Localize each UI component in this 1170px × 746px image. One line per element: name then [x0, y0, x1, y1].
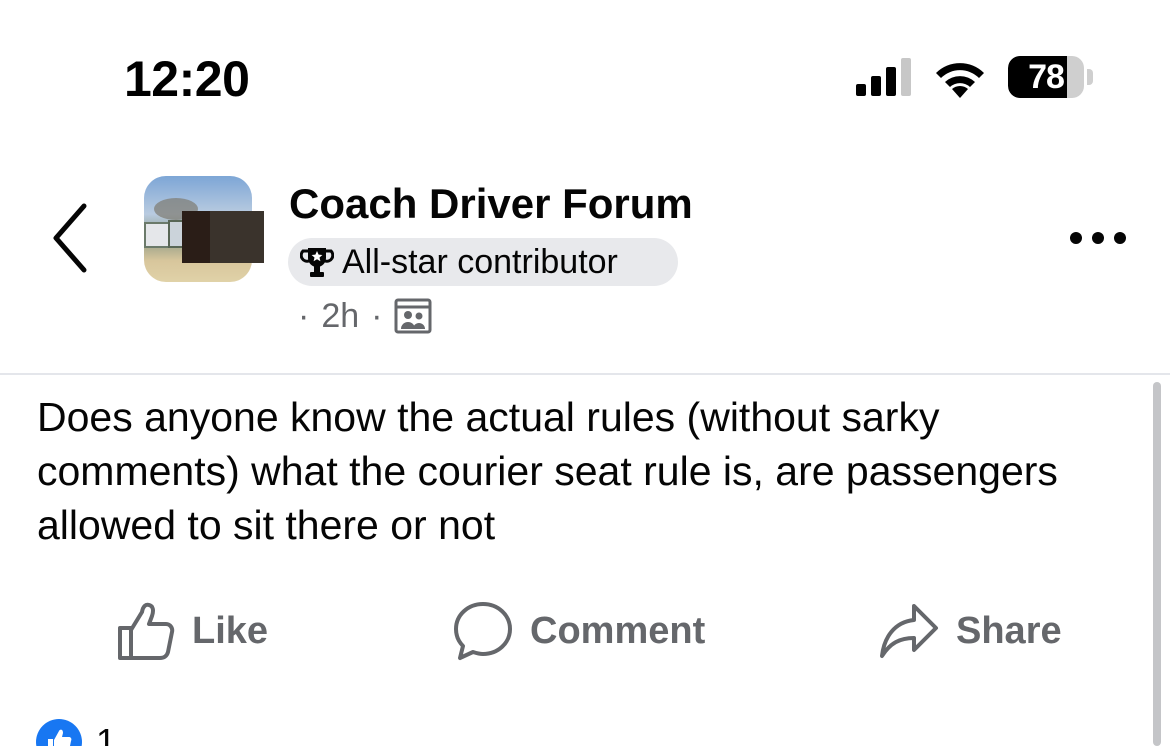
status-time: 12:20: [124, 51, 250, 107]
comment-button[interactable]: Comment: [452, 596, 705, 666]
post-screen: 12:20 78 Coach Driver Forum All-star con…: [0, 0, 1170, 746]
meta-separator: ·: [298, 296, 310, 335]
reaction-count: 1: [96, 721, 117, 746]
share-button[interactable]: Share: [878, 596, 1062, 666]
battery-indicator: 78: [1008, 56, 1094, 100]
group-members-icon: [394, 298, 432, 334]
comment-bubble-icon: [454, 602, 512, 660]
reactions-summary[interactable]: 1: [36, 719, 117, 746]
post-time[interactable]: 2h: [321, 297, 359, 336]
contributor-badge[interactable]: All-star contributor: [288, 238, 678, 286]
post-meta: · 2h ·: [298, 294, 432, 338]
share-label: Share: [956, 609, 1062, 652]
thumbs-up-icon: [48, 729, 72, 746]
share-arrow-icon: [880, 604, 938, 658]
battery-tip: [1087, 69, 1093, 85]
like-reaction-icon: [36, 719, 82, 746]
badge-label: All-star contributor: [342, 242, 618, 281]
more-options-button[interactable]: [1068, 226, 1128, 250]
cellular-signal-icon: [856, 58, 911, 96]
redacted-profile-picture: [182, 211, 212, 263]
wifi-icon: [936, 63, 984, 98]
group-name-link[interactable]: Coach Driver Forum: [289, 180, 693, 228]
thumbs-up-icon: [118, 602, 175, 660]
meta-separator: ·: [371, 296, 383, 335]
scrollbar[interactable]: [1153, 382, 1161, 746]
battery-percent: 78: [1028, 58, 1065, 96]
like-label: Like: [192, 609, 269, 652]
post-text: Does anyone know the actual rules (witho…: [37, 394, 1058, 548]
redacted-profile-picture: [210, 211, 264, 263]
trophy-icon: [300, 248, 334, 277]
header-divider: [0, 373, 1170, 375]
like-button[interactable]: Like: [114, 596, 268, 666]
action-bar: Like Comment Share: [0, 596, 1170, 666]
comment-label: Comment: [530, 609, 706, 652]
back-button[interactable]: [44, 200, 98, 276]
battery-body: 78: [1008, 56, 1084, 98]
